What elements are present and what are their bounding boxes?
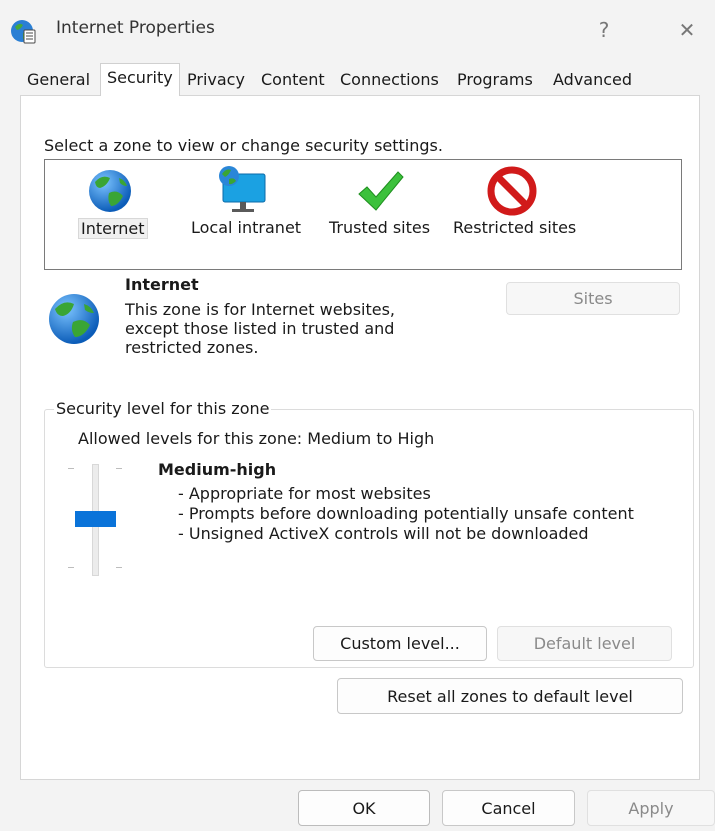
security-level-name: Medium-high: [158, 460, 277, 479]
slider-tick: [116, 567, 122, 568]
tab-programs[interactable]: Programs: [457, 68, 533, 95]
apply-button[interactable]: Apply: [587, 790, 715, 826]
zone-label-internet: Internet: [78, 218, 148, 239]
checkmark-icon: [358, 171, 404, 211]
allowed-levels-text: Allowed levels for this zone: Medium to …: [78, 429, 435, 448]
internet-globe-app-icon: [11, 20, 36, 44]
zone-list[interactable]: Internet Local intranet Trusted sites Re…: [44, 159, 682, 270]
slider-tick: [116, 468, 122, 469]
tab-content[interactable]: Content: [261, 68, 325, 95]
zone-item-restricted-sites[interactable]: Restricted sites: [452, 160, 582, 250]
globe-icon: [89, 170, 131, 212]
zone-label-trusted-sites: Trusted sites: [329, 218, 431, 237]
default-level-button[interactable]: Default level: [497, 626, 672, 661]
intranet-monitor-icon: [219, 166, 266, 212]
tab-bar: General Security Privacy Content Connect…: [20, 63, 700, 96]
zone-item-internet[interactable]: Internet: [75, 160, 155, 250]
selected-zone-description: This zone is for Internet websites, exce…: [125, 300, 396, 357]
custom-level-button[interactable]: Custom level...: [313, 626, 487, 661]
tab-advanced[interactable]: Advanced: [553, 68, 632, 95]
zone-item-trusted-sites[interactable]: Trusted sites: [325, 160, 445, 250]
zone-prompt: Select a zone to view or change security…: [44, 136, 443, 155]
help-button[interactable]: ?: [587, 14, 621, 46]
help-icon: ?: [598, 18, 610, 42]
close-icon: ✕: [678, 18, 696, 42]
title-bar: Internet Properties ? ✕: [0, 0, 715, 60]
slider-tick: [68, 468, 74, 469]
level-bullet: - Unsigned ActiveX controls will not be …: [178, 524, 589, 543]
close-button[interactable]: ✕: [670, 14, 704, 46]
internet-properties-window: Internet Properties ? ✕ General Security…: [0, 0, 715, 831]
cancel-button[interactable]: Cancel: [442, 790, 575, 826]
ok-button[interactable]: OK: [298, 790, 430, 826]
level-bullet: - Prompts before downloading potentially…: [178, 504, 634, 523]
sites-button[interactable]: Sites: [506, 282, 680, 315]
level-bullet: - Appropriate for most websites: [178, 484, 431, 503]
tab-general[interactable]: General: [27, 68, 90, 95]
zone-label-local-intranet: Local intranet: [191, 218, 302, 237]
zone-item-local-intranet[interactable]: Local intranet: [185, 160, 315, 250]
tab-security[interactable]: Security: [100, 63, 180, 96]
slider-tick: [68, 567, 74, 568]
internet-zone-globe-icon: [49, 294, 99, 344]
tab-privacy[interactable]: Privacy: [187, 68, 245, 95]
window-title: Internet Properties: [56, 18, 215, 38]
reset-all-zones-button[interactable]: Reset all zones to default level: [337, 678, 683, 714]
security-level-slider-thumb[interactable]: [75, 511, 116, 527]
security-level-group-label: Security level for this zone: [54, 399, 272, 418]
zone-label-restricted-sites: Restricted sites: [453, 218, 577, 237]
no-entry-icon: [487, 166, 537, 216]
selected-zone-title: Internet: [125, 275, 199, 294]
tab-connections[interactable]: Connections: [340, 68, 439, 95]
security-level-description: - Appropriate for most websites - Prompt…: [178, 484, 634, 544]
